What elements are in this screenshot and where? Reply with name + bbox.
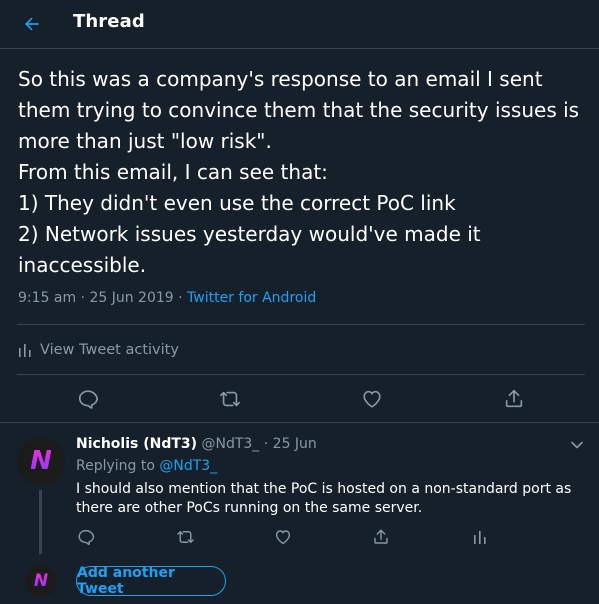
divider [0, 422, 599, 423]
tweet-meta: 9:15 am · 25 Jun 2019 · Twitter for Andr… [18, 290, 316, 306]
reply-icon [78, 390, 98, 409]
view-tweet-activity-link[interactable]: View Tweet activity [18, 340, 179, 360]
share-button[interactable] [366, 522, 396, 552]
divider [17, 374, 585, 375]
retweet-icon [220, 391, 240, 407]
activity-label: View Tweet activity [40, 342, 179, 358]
tweet-source-link[interactable]: Twitter for Android [187, 290, 316, 306]
replying-handle[interactable]: @NdT3_ [159, 458, 217, 474]
share-icon [374, 529, 388, 544]
more-options-button[interactable] [566, 434, 588, 456]
reply-button[interactable] [70, 381, 106, 417]
replying-prefix: Replying to [76, 458, 160, 474]
avatar-logo: N [33, 571, 49, 591]
avatar-logo: N [30, 446, 52, 476]
reply-text: I should also mention that the PoC is ho… [76, 481, 572, 516]
heart-icon [363, 390, 381, 408]
replying-to: Replying to @NdT3_ [76, 458, 217, 474]
reply-date[interactable]: · 25 Jun [259, 436, 317, 452]
arrow-left-icon [25, 17, 39, 31]
retweet-button[interactable] [170, 522, 200, 552]
back-button[interactable] [14, 8, 50, 40]
composer-avatar: N [25, 565, 57, 597]
share-button[interactable] [496, 381, 532, 417]
add-another-tweet-button[interactable]: Add another Tweet [76, 565, 226, 597]
author-name[interactable]: Nicholis (NdT3) [76, 436, 197, 452]
reply-header: Nicholis (NdT3) @NdT3_ · 25 Jun [76, 436, 317, 452]
reply-icon [78, 529, 95, 546]
share-icon [505, 389, 523, 408]
analytics-icon [474, 531, 486, 544]
tweet-text: So this was a company's response to an e… [18, 67, 580, 277]
page-title: Thread [73, 11, 145, 32]
author-handle[interactable]: @NdT3_ [201, 436, 259, 452]
avatar[interactable]: N [17, 437, 65, 485]
reply-button[interactable] [71, 522, 101, 552]
tweet-timestamp[interactable]: 9:15 am · 25 Jun 2019 · [18, 290, 187, 306]
retweet-icon [176, 531, 194, 543]
retweet-button[interactable] [212, 381, 248, 417]
divider [17, 324, 585, 325]
analytics-icon [19, 344, 31, 357]
like-button[interactable] [268, 522, 298, 552]
analytics-button[interactable] [465, 522, 495, 552]
thread-line [39, 490, 42, 554]
chevron-down-icon [571, 441, 583, 449]
heart-icon [275, 530, 291, 545]
like-button[interactable] [354, 381, 390, 417]
